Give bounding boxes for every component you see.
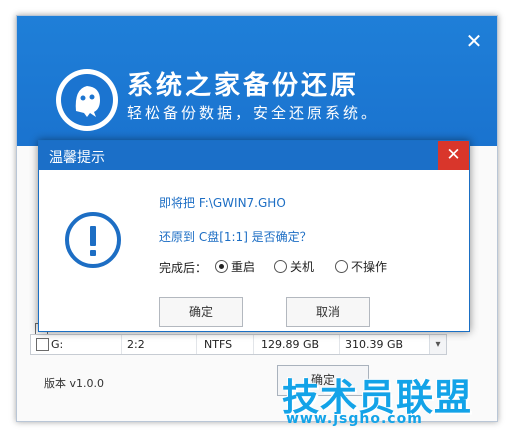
radio-icon[interactable] xyxy=(335,260,348,273)
radio-icon[interactable] xyxy=(215,260,228,273)
cell-divider xyxy=(121,335,122,354)
close-icon[interactable]: ✕ xyxy=(438,141,469,170)
message-target: 还原到 C盘[1:1] 是否确定？ xyxy=(159,230,312,244)
app-header: ✕ 系统之家备份还原 轻松备份数据，安全还原系统。 xyxy=(17,16,497,146)
message-source: 即将把 F:\GWIN7.GHO xyxy=(159,196,286,210)
exclamation-icon xyxy=(65,212,121,268)
table-row[interactable]: G: 2:2 NTFS 129.89 GB 310.39 GB ▾ xyxy=(30,334,447,355)
dialog-title: 温馨提示 xyxy=(49,150,105,166)
cancel-button[interactable]: 取消 xyxy=(286,297,370,327)
cell-divider xyxy=(196,335,197,354)
radio-restart[interactable]: 重启 xyxy=(215,258,255,274)
drive-cell: G: xyxy=(51,338,64,351)
ok-button[interactable]: 确定 xyxy=(159,297,243,327)
radio-restart-label: 重启 xyxy=(231,260,256,274)
index-cell: 2:2 xyxy=(127,338,145,351)
cell-divider xyxy=(253,335,254,354)
row-checkbox[interactable] xyxy=(36,338,49,351)
app-slogan: 轻松备份数据，安全还原系统。 xyxy=(127,104,380,122)
radio-no-action[interactable]: 不操作 xyxy=(335,258,387,274)
close-icon[interactable]: ✕ xyxy=(463,30,485,52)
dialog-titlebar: 温馨提示 ✕ xyxy=(39,141,469,170)
chevron-down-icon[interactable]: ▾ xyxy=(429,335,446,354)
radio-shutdown[interactable]: 关机 xyxy=(274,258,314,274)
radio-no-action-label: 不操作 xyxy=(351,260,388,274)
version-label: 版本 v1.0.0 xyxy=(44,377,104,390)
free-cell: 129.89 GB xyxy=(261,338,320,351)
fs-cell: NTFS xyxy=(204,338,233,351)
confirm-dialog: 温馨提示 ✕ 即将把 F:\GWIN7.GHO 还原到 C盘[1:1] 是否确定… xyxy=(38,140,470,332)
after-complete-label: 完成后： xyxy=(159,261,208,275)
radio-icon[interactable] xyxy=(274,260,287,273)
watermark-url: www.jsgho.com xyxy=(286,411,423,427)
cell-divider xyxy=(339,335,340,354)
total-cell: 310.39 GB xyxy=(345,338,404,351)
app-title: 系统之家备份还原 xyxy=(127,71,360,101)
radio-shutdown-label: 关机 xyxy=(290,260,315,274)
ghost-logo-icon xyxy=(56,69,118,131)
